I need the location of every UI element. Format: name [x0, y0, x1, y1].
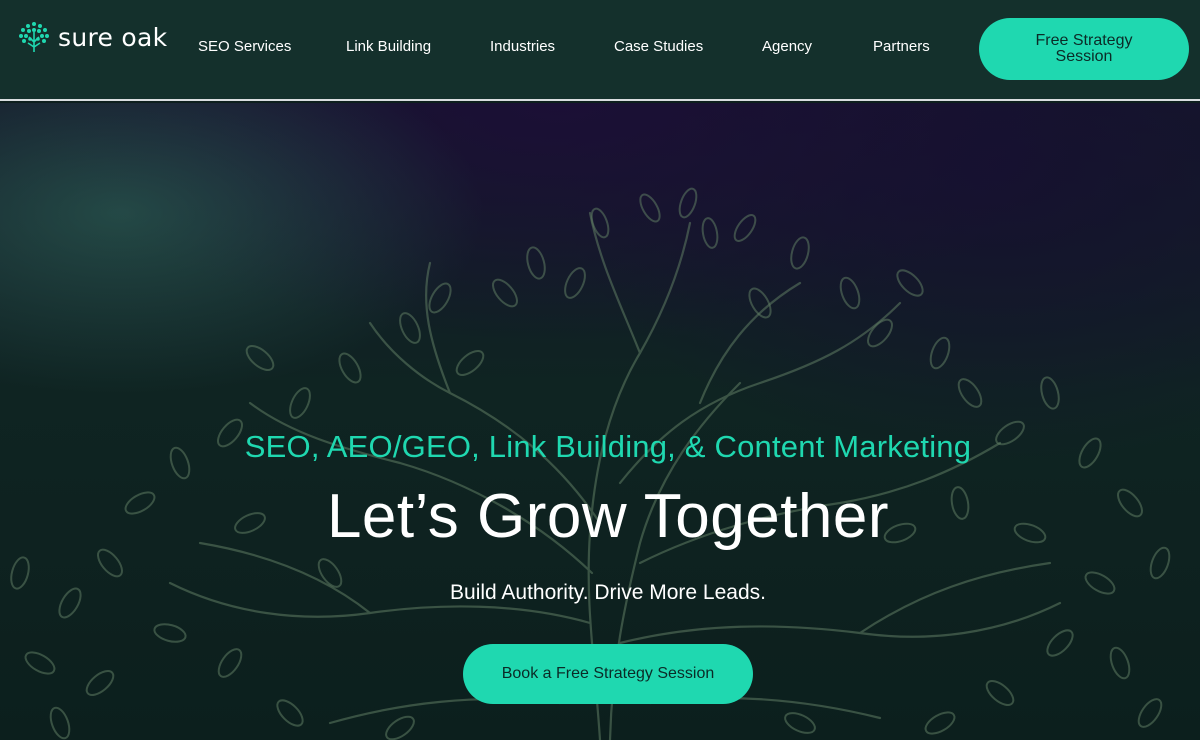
nav-industries[interactable]: Industries	[490, 38, 555, 55]
site-header: sure oak SEO Services Link Building Indu…	[0, 0, 1200, 101]
hero-section: SEO, AEO/GEO, Link Building, & Content M…	[0, 103, 1200, 740]
hero-eyebrow: SEO, AEO/GEO, Link Building, & Content M…	[244, 429, 972, 464]
tree-logo-icon	[19, 22, 49, 52]
nav-partners[interactable]: Partners	[873, 38, 930, 55]
nav-agency[interactable]: Agency	[762, 38, 812, 55]
book-strategy-session-button[interactable]: Book a Free Strategy Session	[463, 644, 753, 704]
nav-case-studies[interactable]: Case Studies	[614, 38, 703, 55]
hero-subline: Build Authority. Drive More Leads.	[450, 581, 766, 604]
logo-text: sure oak	[58, 22, 168, 52]
logo[interactable]: sure oak	[18, 20, 167, 54]
free-strategy-session-button[interactable]: Free Strategy Session	[979, 18, 1189, 80]
hero-headline: Let’s Grow Together	[326, 482, 890, 551]
nav-seo-services[interactable]: SEO Services	[198, 38, 291, 55]
nav-link-building[interactable]: Link Building	[346, 38, 431, 55]
